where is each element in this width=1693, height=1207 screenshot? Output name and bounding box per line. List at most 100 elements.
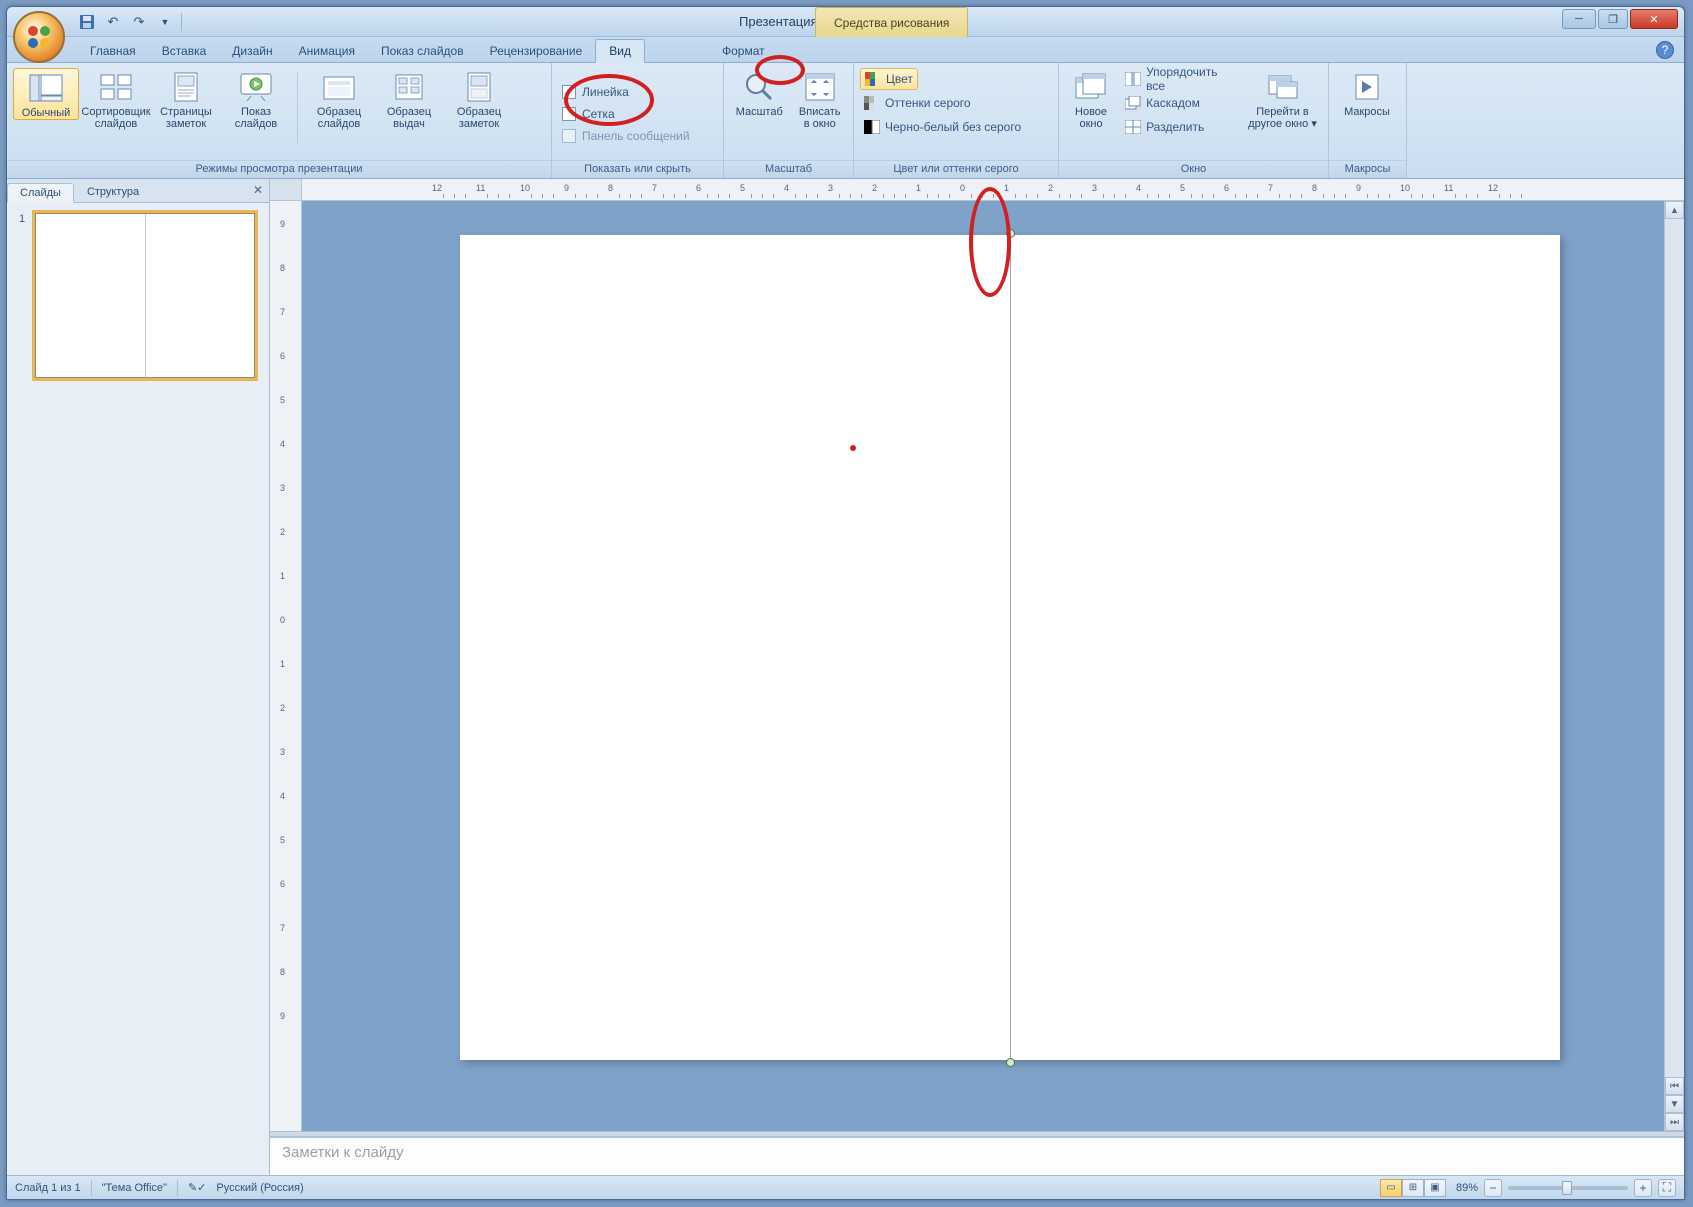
zoom-out-button[interactable]: − [1484,1179,1502,1197]
switch-window-button[interactable]: Перейти вдругое окно ▾ [1243,68,1322,130]
master-notes-icon [462,70,496,104]
notes-page-icon [169,70,203,104]
group-label: Цвет или оттенки серого [854,160,1058,178]
fit-icon [803,70,837,104]
shape-handle-bottom[interactable] [1006,1058,1015,1067]
slide[interactable] [460,235,1560,1060]
view-sorter-button[interactable]: Сортировщикслайдов [83,68,149,130]
arrange-all-button[interactable]: Упорядочить все [1121,68,1239,90]
macros-button[interactable]: Макросы [1335,68,1399,118]
slideshow-shortcut[interactable]: ▣ [1424,1179,1446,1197]
new-window-button[interactable]: Новоеокно [1065,68,1117,130]
new-window-icon [1074,70,1108,104]
zoom-slider[interactable] [1508,1186,1628,1190]
help-button[interactable]: ? [1656,41,1674,59]
tab-view[interactable]: Вид [595,39,645,63]
next-slide-button[interactable]: ⏭ [1665,1113,1684,1131]
divider [297,72,298,144]
group-color: Цвет Оттенки серого Черно-белый без серо… [854,63,1059,178]
tab-insert[interactable]: Вставка [149,40,220,62]
outline-tab[interactable]: Структура [74,182,152,202]
vertical-ruler[interactable]: 9876543210123456789 [270,201,302,1131]
spellcheck-icon[interactable]: ✎✓ [188,1181,206,1194]
close-button[interactable]: ✕ [1630,9,1678,29]
label: Масштаб [736,106,783,118]
ruler-checkbox[interactable]: ✓ Линейка [558,81,633,103]
divider [91,1180,92,1196]
panel-close-icon[interactable]: ✕ [253,183,263,197]
prev-slide-button[interactable]: ⏮ [1665,1077,1684,1095]
sorter-view-shortcut[interactable]: ⊞ [1402,1179,1424,1197]
zoom-thumb[interactable] [1562,1181,1572,1195]
status-slide[interactable]: Слайд 1 из 1 [15,1182,81,1194]
label: Оттенки серого [885,96,971,110]
split-button[interactable]: Разделить [1121,116,1239,138]
slide-number: 1 [19,213,29,378]
grayscale-button[interactable]: Оттенки серого [860,92,975,114]
tab-home[interactable]: Главная [77,40,149,62]
tab-format[interactable]: Формат [709,40,778,62]
ribbon-tabs: Главная Вставка Дизайн Анимация Показ сл… [7,37,1684,63]
status-language[interactable]: Русский (Россия) [216,1182,303,1194]
color-button[interactable]: Цвет [860,68,918,90]
cascade-button[interactable]: Каскадом [1121,92,1239,114]
view-normal-button[interactable]: Обычный [13,68,79,120]
shape-handle-top[interactable] [1006,229,1015,238]
scroll-down-icon[interactable]: ▼ [1665,1095,1684,1113]
checkbox-icon [562,107,576,121]
slide-canvas[interactable] [302,201,1664,1131]
tab-slideshow[interactable]: Показ слайдов [368,40,477,62]
zoom-button[interactable]: Масштаб [730,68,788,118]
label: Разделить [1146,120,1204,134]
master-slide-button[interactable]: Образецслайдов [306,68,372,130]
qat-save[interactable] [77,12,97,32]
notes-pane[interactable]: Заметки к слайду [270,1137,1684,1175]
office-button[interactable] [13,11,65,63]
divider [181,13,182,31]
fit-window-button[interactable]: Вписатьв окно [792,68,847,130]
master-handout-button[interactable]: Образецвыдач [376,68,442,130]
scroll-up-icon[interactable]: ▲ [1665,201,1684,219]
view-notes-page-button[interactable]: Страницызаметок [153,68,219,130]
scroll-track[interactable] [1665,219,1684,1073]
tab-design[interactable]: Дизайн [219,40,285,62]
tab-animation[interactable]: Анимация [286,40,368,62]
status-bar: Слайд 1 из 1 "Тема Office" ✎✓ Русский (Р… [7,1175,1684,1199]
qat-redo[interactable]: ↷ [129,12,149,32]
bw-icon [864,119,880,135]
doc-name: Презентация1 [739,14,825,29]
label: Панель сообщений [582,129,690,143]
group-label: Режимы просмотра презентации [7,160,551,178]
notes-placeholder: Заметки к слайду [282,1144,404,1161]
msgbar-checkbox: Панель сообщений [558,125,694,147]
tab-review[interactable]: Рецензирование [477,40,596,62]
zoom-control: 89% − + ⛶ [1456,1179,1676,1197]
grid-checkbox[interactable]: Сетка [558,103,619,125]
slides-tab[interactable]: Слайды [7,183,74,203]
color-icon [865,71,881,87]
app-window: ↶ ↷ ▼ Презентация1 - Microsoft PowerPoin… [6,6,1685,1200]
restore-button[interactable]: ❐ [1598,9,1628,29]
fit-to-window-button[interactable]: ⛶ [1658,1179,1676,1197]
zoom-icon [742,70,776,104]
master-notes-button[interactable]: Образецзаметок [446,68,512,130]
qat-undo[interactable]: ↶ [103,12,123,32]
zoom-in-button[interactable]: + [1634,1179,1652,1197]
vertical-scrollbar[interactable]: ▲ ⏮ ▼ ⏭ [1664,201,1684,1131]
slide-thumb-1[interactable]: 1 [19,213,257,378]
switch-window-icon [1266,70,1300,104]
zoom-value[interactable]: 89% [1456,1182,1478,1194]
line-shape[interactable] [1010,233,1011,1062]
normal-view-icon [29,71,63,105]
minimize-button[interactable]: ─ [1562,9,1596,29]
group-show-hide: ✓ Линейка Сетка Панель сообщений Показат… [552,63,724,178]
status-theme[interactable]: "Тема Office" [102,1182,167,1194]
group-presentation-views: Обычный Сортировщикслайдов Страницызамет… [7,63,552,178]
view-slideshow-button[interactable]: Показслайдов [223,68,289,130]
bw-button[interactable]: Черно-белый без серого [860,116,1025,138]
normal-view-shortcut[interactable]: ▭ [1380,1179,1402,1197]
label: Каскадом [1146,96,1200,110]
horizontal-ruler[interactable]: 1211109876543210123456789101112 [302,179,1684,201]
qat-customize[interactable]: ▼ [155,12,175,32]
group-label: Масштаб [724,160,853,178]
